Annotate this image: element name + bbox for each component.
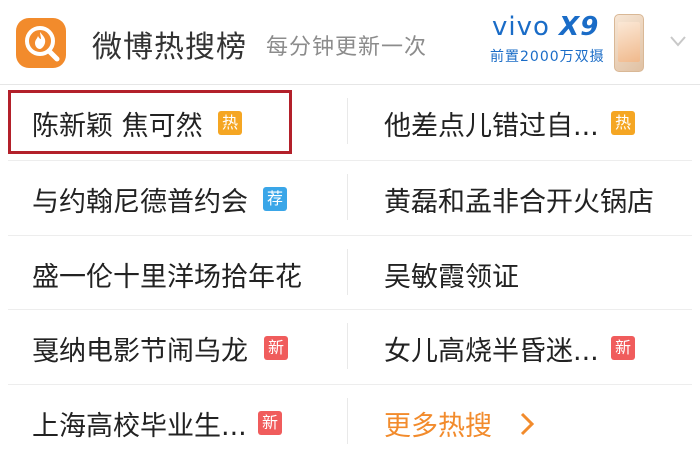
- hot-search-item[interactable]: 吴敏霞领证: [350, 235, 692, 308]
- column-divider: [347, 398, 348, 444]
- highlight-box: [8, 90, 292, 154]
- hot-search-item[interactable]: 戛纳电影节闹乌龙 新: [0, 309, 342, 382]
- ad-tagline: 前置2000万双摄: [490, 49, 605, 65]
- new-badge: 新: [264, 336, 288, 360]
- more-hot-search-label: 更多热搜: [384, 411, 492, 442]
- hot-badge: 热: [611, 111, 635, 135]
- hot-search-item-text: 吴敏霞领证: [384, 262, 519, 293]
- column-divider: [347, 249, 348, 295]
- chevron-right-icon: [516, 408, 538, 440]
- hot-search-item-text: 女儿高烧半昏迷...: [384, 336, 599, 367]
- hot-search-item[interactable]: 上海高校毕业生... 新: [0, 384, 342, 457]
- column-divider: [347, 98, 348, 144]
- hot-search-item[interactable]: 他差点儿错过自... 热: [350, 84, 692, 157]
- vivo-ad-banner[interactable]: vivo X9 前置2000万双摄: [486, 10, 662, 74]
- hot-search-item[interactable]: 黄磊和孟非合开火锅店: [350, 160, 692, 233]
- chevron-down-icon[interactable]: [668, 26, 688, 58]
- header: 微博热搜榜 每分钟更新一次 vivo X9 前置2000万双摄: [0, 0, 700, 85]
- ad-model-name: X9: [559, 12, 600, 42]
- column-divider: [347, 174, 348, 220]
- more-hot-search-link[interactable]: 更多热搜: [350, 384, 692, 457]
- hot-search-item-text: 戛纳电影节闹乌龙: [32, 336, 248, 367]
- recommend-badge: 荐: [263, 187, 287, 211]
- hot-search-item-text: 与约翰尼德普约会: [32, 187, 248, 218]
- update-frequency-text: 每分钟更新一次: [266, 35, 428, 60]
- phone-image-icon: [614, 14, 644, 72]
- hot-search-logo-icon: [16, 18, 66, 68]
- hot-search-item-text: 盛一伦十里洋场拾年花: [32, 262, 302, 293]
- new-badge: 新: [611, 336, 635, 360]
- column-divider: [347, 323, 348, 369]
- hot-search-item[interactable]: 女儿高烧半昏迷... 新: [350, 309, 692, 382]
- ad-brand-name: vivo: [492, 12, 550, 42]
- hot-search-item[interactable]: 盛一伦十里洋场拾年花: [0, 235, 342, 308]
- new-badge: 新: [258, 411, 282, 435]
- hot-search-item[interactable]: 与约翰尼德普约会 荐: [0, 160, 342, 233]
- page-title: 微博热搜榜: [92, 30, 247, 65]
- ad-brand: vivo X9: [492, 12, 599, 42]
- hot-search-item-text: 上海高校毕业生...: [32, 411, 247, 442]
- hot-search-item-text: 他差点儿错过自...: [384, 111, 599, 142]
- hot-search-item-text: 黄磊和孟非合开火锅店: [384, 187, 654, 218]
